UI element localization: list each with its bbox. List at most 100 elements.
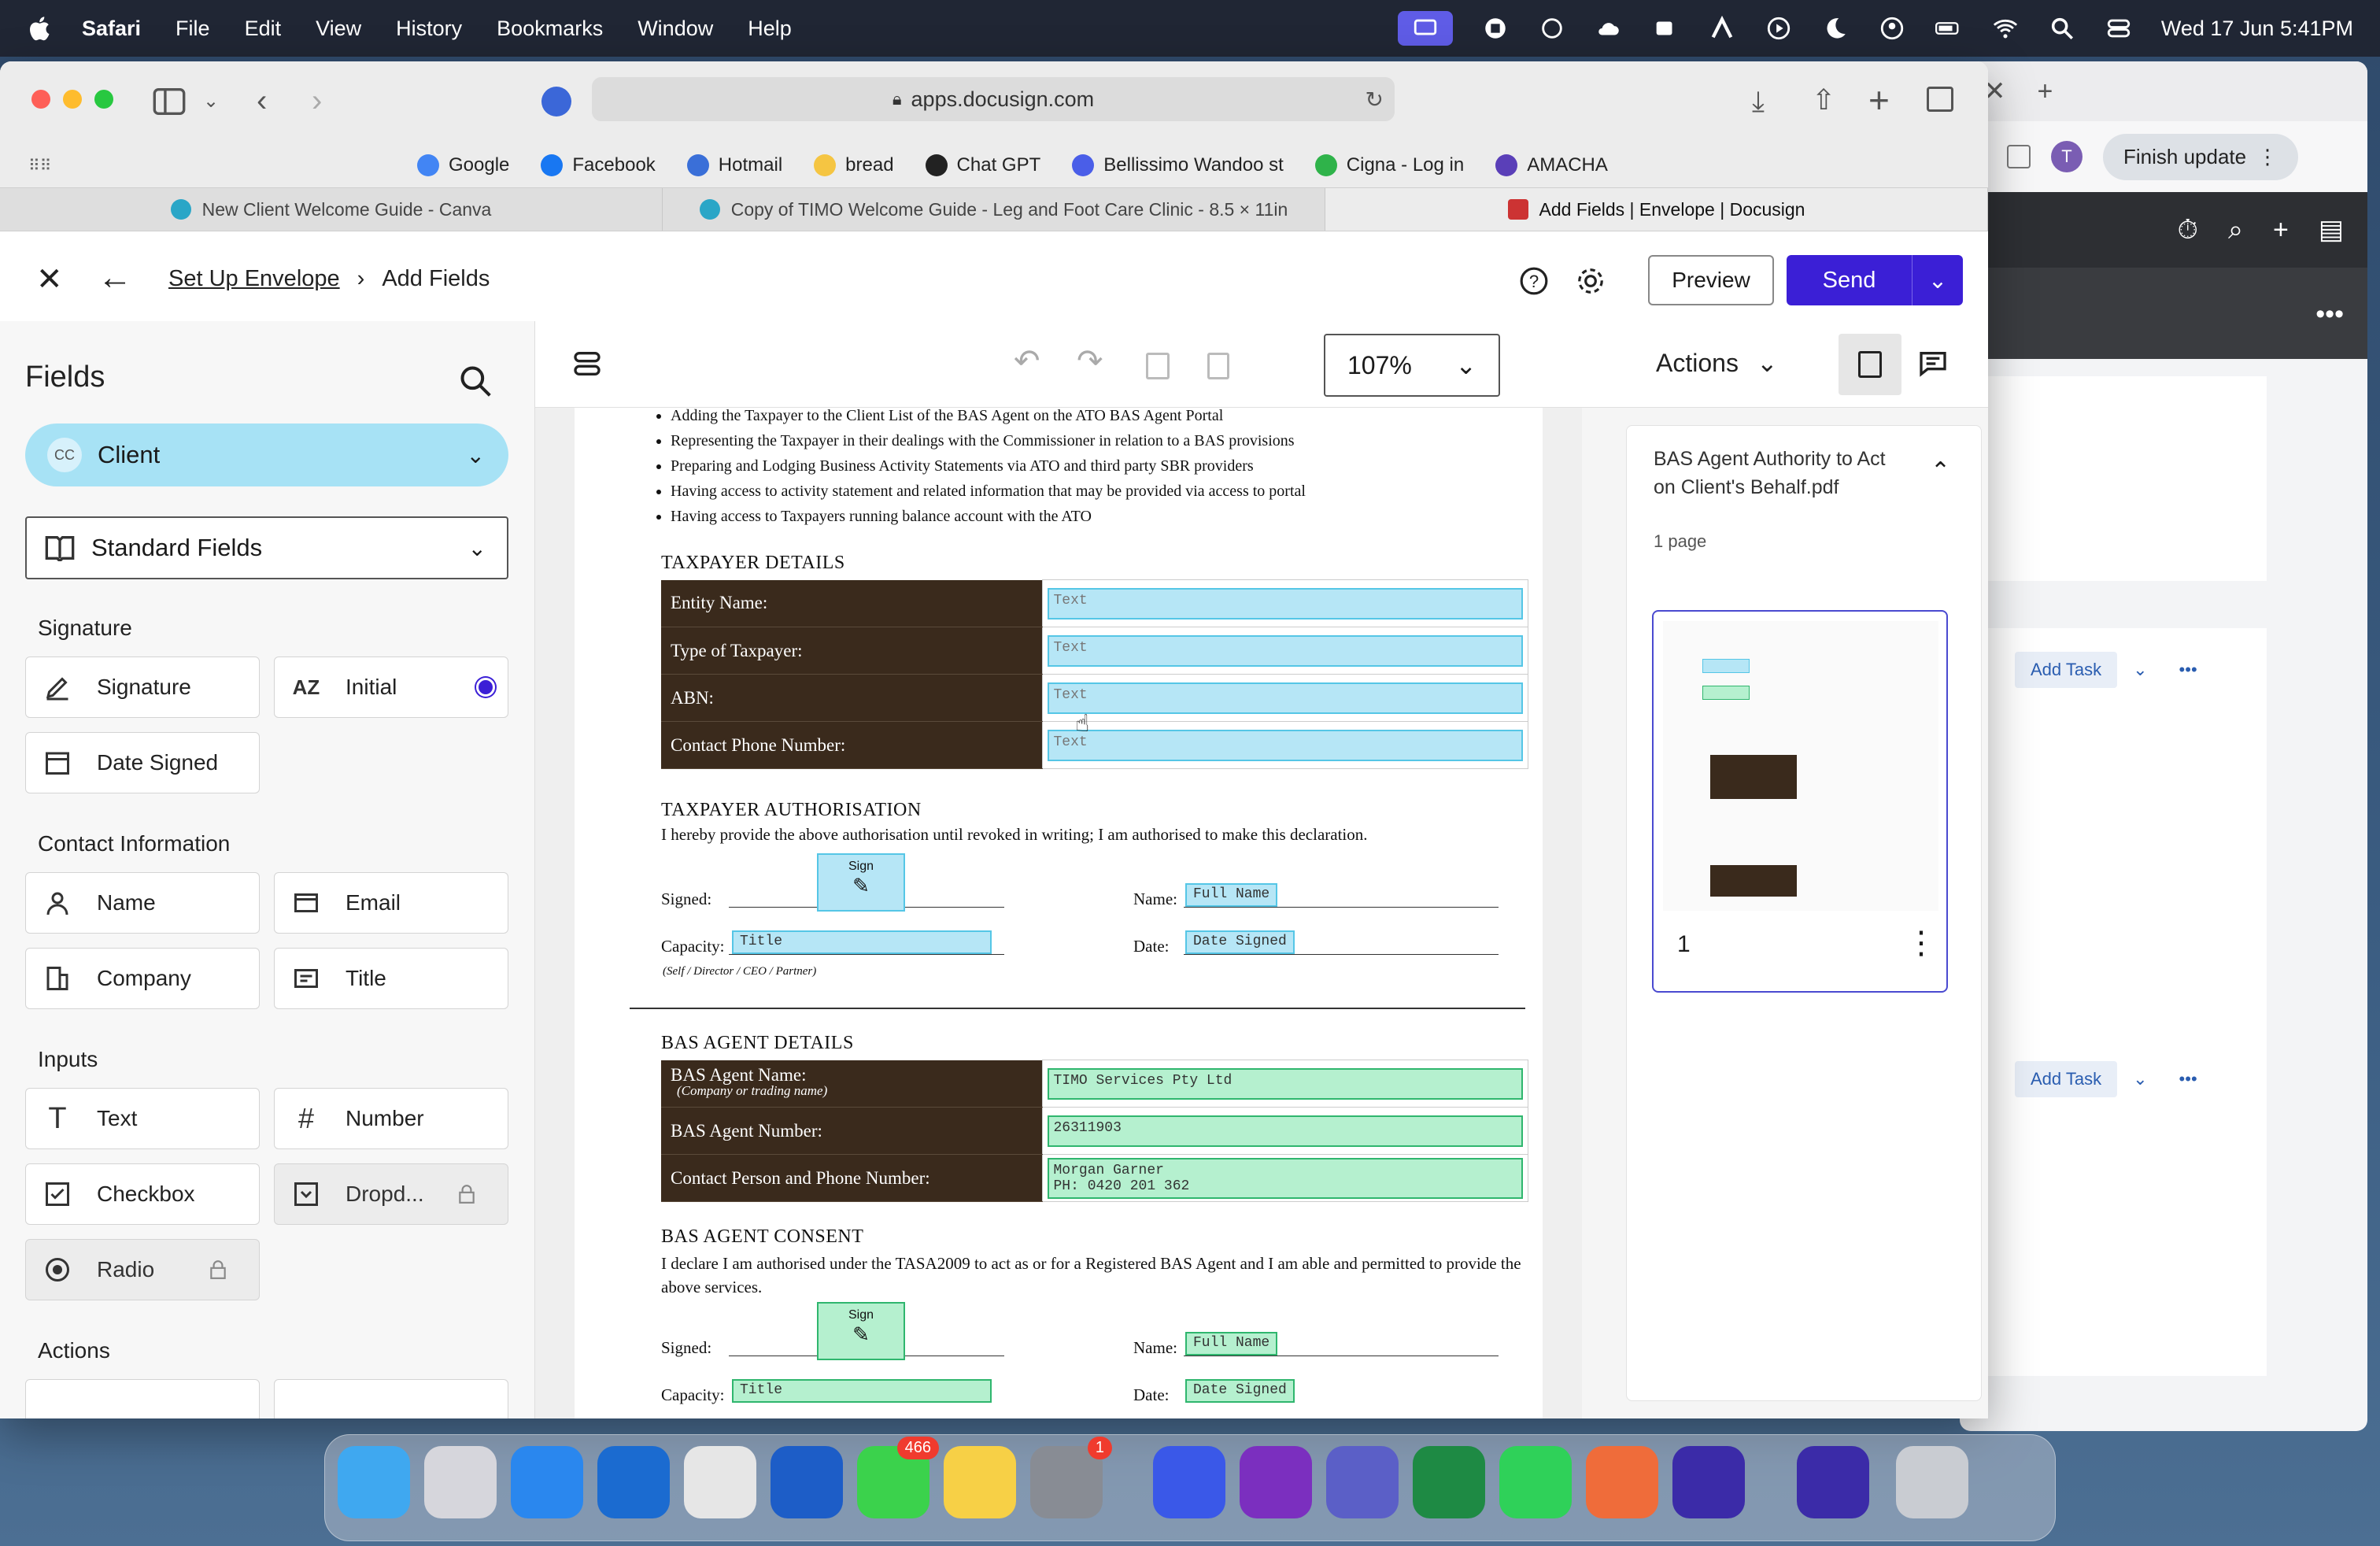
bookmark-cigna[interactable]: Cigna - Log in	[1314, 154, 1464, 176]
avatar[interactable]: T	[2051, 141, 2082, 172]
downloads-icon[interactable]: ⤓	[1752, 85, 1765, 119]
title-field-tag[interactable]: Title	[732, 1379, 992, 1403]
recipient-select[interactable]: CC Client ⌄	[25, 423, 508, 486]
chevron-down-icon[interactable]: ⌄	[2133, 1069, 2147, 1089]
battery-icon[interactable]	[1935, 14, 1963, 43]
screen-mirror-icon[interactable]	[1397, 11, 1453, 46]
text-field-tag[interactable]: Text	[1047, 634, 1523, 667]
chevron-down-icon[interactable]: ⌄	[203, 90, 219, 113]
field-signature[interactable]: Signature	[25, 656, 260, 718]
field-title[interactable]: Title	[274, 948, 508, 1009]
more-horizontal-icon[interactable]: •••	[2179, 660, 2197, 680]
signature-field-tag[interactable]: Sign ✎	[817, 853, 905, 912]
close-icon[interactable]: ✕	[36, 261, 63, 298]
title-field-tag[interactable]: Title	[732, 930, 992, 954]
app-g-recent-icon[interactable]	[1797, 1446, 1869, 1518]
document-page[interactable]: Adding the Taxpayer to the Client List o…	[575, 408, 1543, 1418]
word-icon[interactable]	[771, 1446, 843, 1518]
share-icon[interactable]: ⇧	[1812, 83, 1835, 117]
field-list-icon[interactable]	[571, 348, 603, 379]
menu-bookmarks[interactable]: Bookmarks	[497, 17, 603, 41]
menu-history[interactable]: History	[396, 17, 462, 41]
wifi-icon[interactable]	[1991, 14, 2020, 43]
text-field-tag[interactable]: Text	[1047, 682, 1523, 714]
teams-status-icon[interactable]	[1651, 14, 1680, 43]
outlook-icon[interactable]	[597, 1446, 670, 1518]
bookmark-hotmail[interactable]: Hotmail	[686, 154, 782, 176]
menu-datetime[interactable]: Wed 17 Jun 5:41PM	[2161, 17, 2353, 41]
prefilled-field[interactable]: 26311903	[1047, 1115, 1523, 1147]
address-bar[interactable]: 🔒︎ apps.docusign.com ↻	[592, 77, 1395, 121]
finder-icon[interactable]	[338, 1446, 410, 1518]
minimize-window-button[interactable]	[63, 90, 82, 109]
chevron-up-icon[interactable]: ⌃	[1931, 457, 1950, 485]
menu-edit[interactable]: Edit	[245, 17, 282, 41]
menu-app-safari[interactable]: Safari	[82, 17, 141, 41]
field-set-select[interactable]: Standard Fields ⌄	[25, 516, 508, 579]
text-field-tag[interactable]: Text	[1047, 587, 1523, 620]
moon-icon[interactable]	[1821, 14, 1850, 43]
notes-icon[interactable]	[944, 1446, 1016, 1518]
teams-icon[interactable]	[1326, 1446, 1399, 1518]
whatsapp-icon[interactable]	[1499, 1446, 1572, 1518]
tab-overview-icon[interactable]	[1927, 87, 1953, 112]
user-account-icon[interactable]	[1878, 14, 1906, 43]
chevron-down-icon[interactable]: ⌄	[2133, 660, 2147, 680]
arc-icon[interactable]	[1708, 14, 1736, 43]
notes-icon[interactable]: ▤	[2319, 214, 2344, 246]
extensions-icon[interactable]	[2007, 145, 2031, 168]
more-horizontal-icon[interactable]: •••	[2179, 1069, 2197, 1089]
search-icon[interactable]	[458, 364, 493, 398]
full-name-field-tag[interactable]: Full Name	[1185, 1332, 1278, 1356]
copy-icon[interactable]	[1146, 353, 1170, 379]
plus-icon[interactable]: +	[2273, 215, 2289, 246]
messages-icon[interactable]: 466	[857, 1437, 939, 1518]
forward-icon[interactable]: ›	[312, 83, 322, 119]
actions-menu[interactable]: Actions ⌄	[1656, 348, 1778, 378]
play-icon[interactable]	[1765, 14, 1793, 43]
preview-button[interactable]: Preview	[1648, 255, 1774, 305]
bookmark-google[interactable]: Google	[417, 154, 509, 176]
field-number[interactable]: # Number	[274, 1088, 508, 1149]
back-icon[interactable]: ‹	[257, 83, 267, 119]
page-view-button[interactable]	[1839, 334, 1901, 395]
control-center-icon[interactable]	[2105, 14, 2133, 43]
excel-icon[interactable]	[1413, 1446, 1485, 1518]
close-window-button[interactable]	[31, 90, 50, 109]
field-text[interactable]: T Text	[25, 1088, 260, 1149]
timer-icon[interactable]: ⏱	[2177, 215, 2198, 246]
reload-icon[interactable]: ↻	[1366, 87, 1384, 113]
app-g-icon[interactable]	[1672, 1446, 1745, 1518]
undo-icon[interactable]: ↶	[1014, 343, 1040, 379]
add-task-button[interactable]: Add Task	[2015, 1061, 2118, 1097]
breadcrumb-setup-envelope[interactable]: Set Up Envelope	[168, 266, 340, 292]
signature-field-tag[interactable]: Sign ✎	[817, 1302, 905, 1360]
field-email[interactable]: Email	[274, 872, 508, 934]
more-horizontal-icon[interactable]: •••	[2315, 299, 2344, 330]
field-initial[interactable]: AZ Initial	[274, 656, 508, 718]
launchpad-icon[interactable]	[424, 1446, 497, 1518]
field-action-1[interactable]	[25, 1379, 260, 1418]
bookmark-facebook[interactable]: Facebook	[541, 154, 656, 176]
chrome-icon[interactable]	[684, 1446, 756, 1518]
help-icon[interactable]: ?	[1519, 266, 1549, 296]
tab-canva-timo[interactable]: Copy of TIMO Welcome Guide - Leg and Foo…	[663, 188, 1325, 231]
tab-canva-welcome[interactable]: New Client Welcome Guide - Canva	[0, 188, 663, 231]
claude-icon[interactable]	[1586, 1446, 1658, 1518]
cloud-icon[interactable]	[1595, 14, 1623, 43]
field-date-signed[interactable]: Date Signed	[25, 732, 260, 793]
search-icon[interactable]: ⌕	[2228, 215, 2243, 246]
search-icon[interactable]	[2048, 14, 2076, 43]
safari-icon[interactable]	[511, 1446, 583, 1518]
new-tab-icon[interactable]: +	[1868, 79, 1890, 121]
page-thumbnail[interactable]: 1 ⋮	[1652, 610, 1948, 993]
chevron-down-icon[interactable]: ⌄	[1913, 267, 1963, 294]
finish-update-button[interactable]: Finish update ⋮	[2103, 133, 2299, 180]
onenote-icon[interactable]	[1240, 1446, 1312, 1518]
send-button[interactable]: Send ⌄	[1787, 255, 1963, 305]
menu-view[interactable]: View	[316, 17, 361, 41]
prefilled-field[interactable]: TIMO Services Pty Ltd	[1047, 1067, 1523, 1100]
bookmark-bread[interactable]: bread	[814, 154, 894, 176]
field-checkbox[interactable]: Checkbox	[25, 1163, 260, 1225]
field-dropdown[interactable]: Dropd...	[274, 1163, 508, 1225]
